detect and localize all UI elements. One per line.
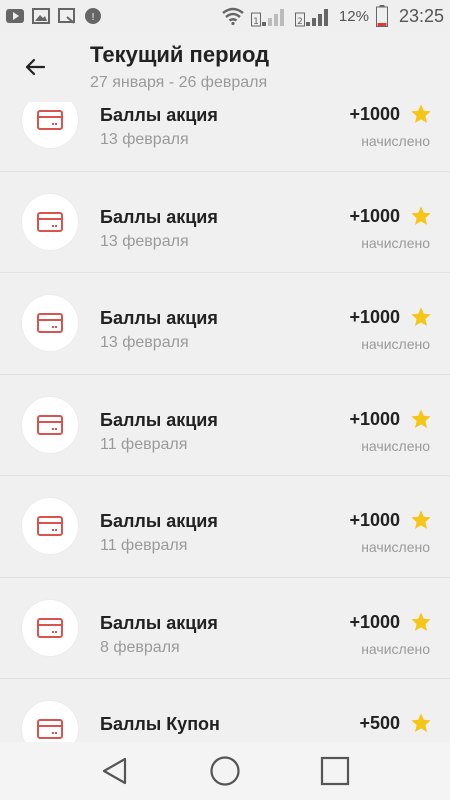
nav-recents-button[interactable]: [315, 751, 355, 791]
star-icon: [411, 611, 431, 631]
transaction-title: Баллы акция: [100, 511, 218, 531]
transaction-status: начислено: [361, 336, 430, 352]
transaction-status: начислено: [361, 437, 430, 454]
screenshot-icon: [58, 8, 76, 24]
battery-percent: 12%: [338, 7, 369, 25]
sim1-signal-icon: 1: [250, 8, 289, 27]
svg-text:1: 1: [253, 17, 259, 27]
transaction-amount: +500: [359, 713, 400, 733]
transaction-icon-circle: [22, 599, 78, 656]
transaction-row[interactable]: Баллы акция 13 февраля +1000 начислено: [0, 172, 450, 273]
page-title: Текущий период: [90, 42, 270, 67]
star-icon: [411, 713, 431, 732]
transaction-icon-circle: [22, 498, 78, 554]
star-icon: [411, 510, 431, 529]
system-nav-bar: [0, 742, 450, 800]
app-header: Текущий период 27 января - 26 февраля: [0, 32, 450, 102]
card-icon: [37, 516, 63, 536]
svg-text:!: !: [91, 12, 95, 23]
nav-home-button[interactable]: [205, 751, 245, 791]
nav-back-button[interactable]: [95, 751, 135, 791]
transaction-amount: +1000: [349, 205, 400, 226]
back-button[interactable]: [18, 50, 52, 84]
transaction-amount: +1000: [349, 104, 400, 124]
transaction-icon-circle: [22, 193, 78, 250]
circle-home-icon: [210, 756, 240, 786]
svg-text:2: 2: [297, 17, 303, 27]
transaction-row[interactable]: Баллы акция 11 февраля +1000 начислено: [0, 476, 450, 578]
card-icon: [37, 617, 63, 638]
transaction-title: Баллы акция: [100, 206, 218, 227]
transaction-date: 11 февраля: [100, 435, 188, 453]
star-icon: [411, 104, 431, 123]
card-icon: [37, 110, 63, 130]
star-icon: [411, 307, 431, 326]
transaction-date: 13 февраля: [100, 131, 189, 148]
transaction-status: начислено: [361, 234, 430, 251]
transaction-icon-circle: [22, 295, 78, 351]
transaction-date: 11 февраля: [100, 537, 188, 554]
transaction-status: начислено: [361, 133, 430, 149]
transaction-status: начислено: [361, 640, 430, 657]
card-icon: [37, 313, 63, 333]
card-icon: [37, 211, 63, 232]
transaction-icon-circle: [22, 102, 78, 148]
card-icon: [37, 414, 63, 435]
transaction-row[interactable]: Баллы акция 8 февраля +1000 начислено: [0, 578, 450, 679]
transaction-date: 13 февраля: [100, 334, 189, 351]
triangle-back-icon: [102, 757, 127, 785]
transaction-row[interactable]: Баллы Купон +500: [0, 679, 450, 742]
youtube-icon: [6, 8, 24, 24]
battery-icon: [375, 5, 389, 27]
clock: 23:25: [398, 5, 444, 26]
arrow-left-icon: [25, 58, 46, 76]
transaction-title: Баллы акция: [100, 612, 218, 633]
card-icon: [37, 719, 63, 739]
transaction-amount: +1000: [349, 510, 400, 530]
transaction-row[interactable]: Баллы акция 11 февраля +1000 начислено: [0, 375, 450, 476]
transaction-status: начислено: [361, 539, 430, 555]
transactions-list[interactable]: Баллы акция 13 февраля +1000 начислено Б…: [0, 102, 450, 742]
square-recents-icon: [320, 756, 350, 786]
transaction-amount: +1000: [349, 611, 400, 632]
transaction-row[interactable]: Баллы акция 13 февраля +1000 начислено: [0, 273, 450, 375]
transaction-title: Баллы акция: [100, 105, 218, 125]
wifi-icon: [221, 7, 245, 25]
transaction-title: Баллы акция: [100, 409, 218, 430]
gallery-icon: [32, 8, 50, 24]
transaction-date: 8 февраля: [100, 638, 180, 656]
star-icon: [411, 408, 431, 428]
transaction-icon-circle: [22, 701, 78, 742]
transaction-title: Баллы акция: [100, 308, 218, 328]
star-icon: [411, 205, 431, 225]
period-range: 27 января - 26 февраля: [90, 74, 268, 91]
transaction-date: 13 февраля: [100, 232, 189, 250]
status-bar: ! 1 2 12% 23:25: [0, 0, 450, 32]
sim2-signal-icon: 2: [294, 8, 333, 27]
transaction-icon-circle: [22, 396, 78, 453]
transaction-amount: +1000: [349, 307, 400, 327]
update-icon: !: [84, 8, 102, 24]
transaction-amount: +1000: [349, 408, 400, 429]
transaction-row[interactable]: Баллы акция 13 февраля +1000 начислено: [0, 102, 450, 172]
transaction-title: Баллы Купон: [100, 714, 220, 734]
